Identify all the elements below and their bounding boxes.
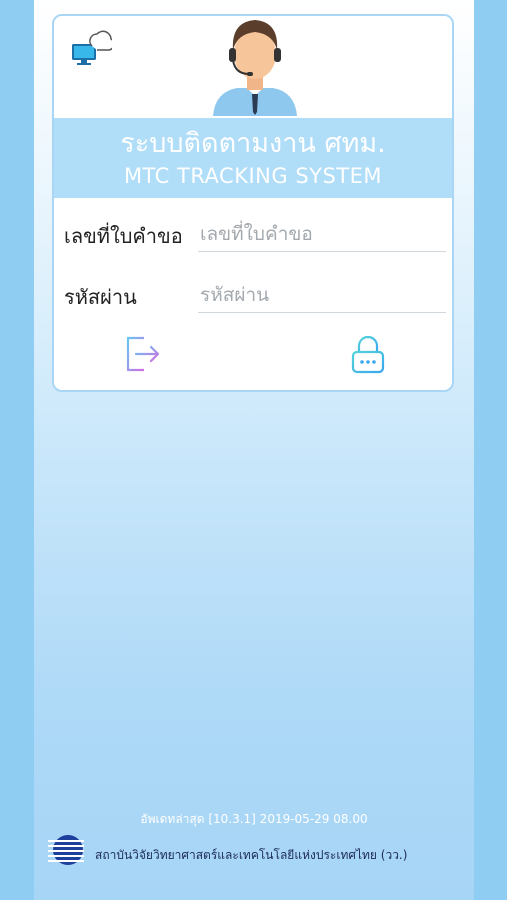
title-banner: ระบบติดตามงาน ศทม. MTC TRACKING SYSTEM: [54, 118, 452, 198]
organization-name: สถาบันวิจัยวิทยาศาสตร์และเทคโนโลยีแห่งปร…: [95, 848, 408, 862]
request-number-input[interactable]: [198, 216, 446, 252]
app-title-thai: ระบบติดตามงาน ศทม.: [120, 128, 386, 159]
lock-icon[interactable]: [346, 332, 390, 376]
version-text: อัพเดทล่าสุด [10.3.1] 2019-05-29 08.00: [140, 812, 368, 826]
request-number-row: เลขที่ใบคำขอ: [54, 216, 452, 256]
login-card: ระบบติดตามงาน ศทม. MTC TRACKING SYSTEM เ…: [52, 14, 454, 392]
support-agent-avatar: [213, 20, 297, 116]
tistr-logo-icon: [48, 835, 84, 865]
app-title-english: MTC TRACKING SYSTEM: [123, 164, 383, 188]
request-number-label: เลขที่ใบคำขอ: [64, 224, 183, 248]
login-icon[interactable]: [120, 332, 164, 376]
card-header: [54, 16, 452, 118]
password-label: รหัสผ่าน: [64, 285, 137, 309]
password-row: รหัสผ่าน: [54, 277, 452, 317]
computer-cloud-icon[interactable]: [70, 28, 112, 66]
password-input[interactable]: [198, 277, 446, 313]
